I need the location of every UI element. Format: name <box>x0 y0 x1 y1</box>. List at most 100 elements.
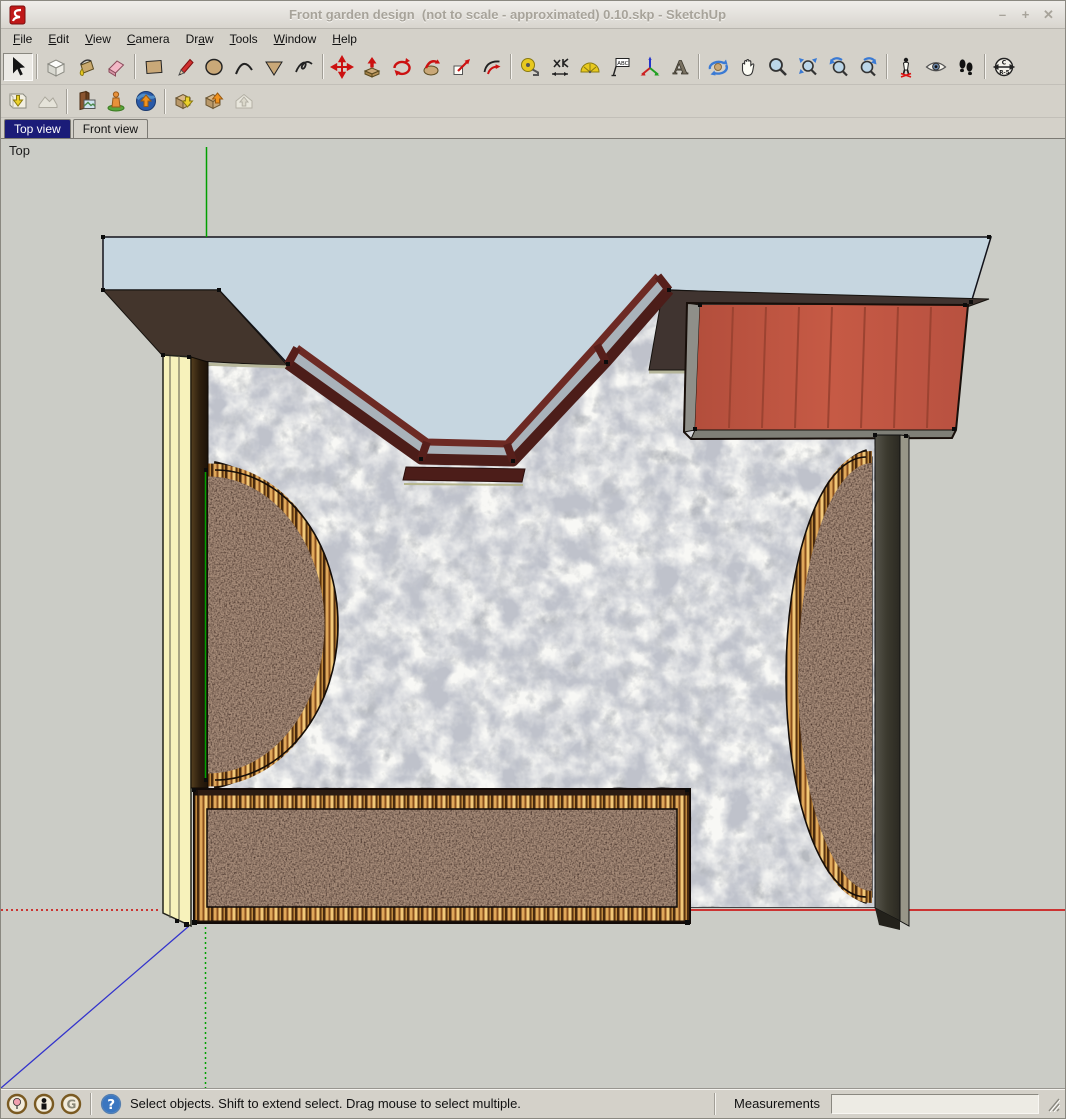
orbit-tool-button[interactable] <box>703 53 733 81</box>
get-current-view-button[interactable] <box>3 87 33 115</box>
model-viewport[interactable]: Top <box>1 139 1065 1088</box>
right-fence[interactable] <box>875 435 909 930</box>
get-models-button[interactable] <box>169 87 199 115</box>
rectangle-icon <box>142 55 166 79</box>
toolbar-separator <box>698 54 700 79</box>
tape-measure-tool-button[interactable] <box>515 53 545 81</box>
svg-text:?: ? <box>107 1097 115 1113</box>
svg-text:G: G <box>67 1097 77 1111</box>
title-bar[interactable]: Front garden design (not to scale - appr… <box>1 1 1065 29</box>
place-model-button[interactable] <box>101 87 131 115</box>
credits-icon[interactable] <box>33 1093 55 1115</box>
freehand-tool-button[interactable] <box>289 53 319 81</box>
rectangle-tool-button[interactable] <box>139 53 169 81</box>
geolocation-icon[interactable] <box>6 1093 28 1115</box>
google-earth-button[interactable] <box>131 87 161 115</box>
menu-camera[interactable]: Camera <box>119 30 178 48</box>
paint-bucket-icon <box>74 55 98 79</box>
svg-text:C: C <box>1002 59 1007 66</box>
measurements-input[interactable] <box>831 1094 1039 1114</box>
photo-textures-button[interactable] <box>71 87 101 115</box>
resize-grip[interactable] <box>1046 1096 1060 1112</box>
bottom-planter[interactable] <box>193 788 691 924</box>
maximize-button[interactable]: + <box>1017 7 1034 22</box>
protractor-tool-button[interactable] <box>575 53 605 81</box>
zoom-tool-button[interactable] <box>763 53 793 81</box>
polygon-tool-button[interactable] <box>259 53 289 81</box>
look-around-icon <box>924 55 948 79</box>
share-model-button[interactable] <box>199 87 229 115</box>
3d-text-icon: A <box>668 55 692 79</box>
get-current-view-icon <box>6 89 30 113</box>
minimize-button[interactable]: – <box>994 7 1011 22</box>
menu-file[interactable]: File <box>5 30 40 48</box>
window-title: Front garden design (not to scale - appr… <box>27 7 988 22</box>
get-models-icon <box>172 89 196 113</box>
offset-tool-button[interactable] <box>477 53 507 81</box>
close-button[interactable]: ✕ <box>1040 7 1057 23</box>
text-icon: ABC <box>608 55 632 79</box>
freehand-icon <box>292 55 316 79</box>
yellow-panel[interactable] <box>163 355 191 926</box>
push-pull-tool-button[interactable] <box>357 53 387 81</box>
toolbar-separator <box>134 54 136 79</box>
zoom-previous-tool-button[interactable] <box>823 53 853 81</box>
signin-icon[interactable]: G <box>60 1093 82 1115</box>
rotate-tool-button[interactable] <box>387 53 417 81</box>
make-component-tool-button[interactable] <box>41 53 71 81</box>
axes-tool-button[interactable] <box>635 53 665 81</box>
toolbar-separator <box>322 54 324 79</box>
pan-icon <box>736 55 760 79</box>
tab-top-view[interactable]: Top view <box>4 119 71 138</box>
view-name-label: Top <box>9 143 30 158</box>
toggle-terrain-icon <box>36 89 60 113</box>
text-tool-button[interactable]: ABC <box>605 53 635 81</box>
help-icon[interactable]: ? <box>100 1093 122 1115</box>
tape-measure-icon <box>518 55 542 79</box>
follow-me-tool-button[interactable] <box>417 53 447 81</box>
look-around-tool-button[interactable] <box>921 53 951 81</box>
select-tool-button[interactable] <box>3 53 33 81</box>
menu-draw[interactable]: Draw <box>178 30 222 48</box>
tab-front-view[interactable]: Front view <box>73 119 148 138</box>
toolbar-separator <box>886 54 888 79</box>
status-bar: G ? Select objects. Shift to extend sele… <box>1 1088 1065 1118</box>
zoom-window-icon <box>796 55 820 79</box>
menu-window[interactable]: Window <box>266 30 325 48</box>
arc-tool-button[interactable] <box>229 53 259 81</box>
status-message: Select objects. Shift to extend select. … <box>130 1096 706 1111</box>
polygon-icon <box>262 55 286 79</box>
bay-window-sill <box>403 467 525 482</box>
circle-tool-button[interactable] <box>199 53 229 81</box>
menu-tools[interactable]: Tools <box>222 30 266 48</box>
compass-tool-button[interactable]: C R-5 <box>989 53 1019 81</box>
zoom-next-tool-button[interactable] <box>853 53 883 81</box>
share-component-button[interactable] <box>229 87 259 115</box>
menu-bar: File Edit View Camera Draw Tools Window … <box>1 29 1065 49</box>
garage-roof[interactable] <box>684 303 968 439</box>
toolbar-separator <box>36 54 38 79</box>
share-component-icon <box>232 89 256 113</box>
move-tool-button[interactable] <box>327 53 357 81</box>
svg-text:R-5: R-5 <box>999 70 1010 76</box>
menu-view[interactable]: View <box>77 30 119 48</box>
dimension-icon <box>548 55 572 79</box>
menu-edit[interactable]: Edit <box>40 30 77 48</box>
walk-tool-button[interactable] <box>951 53 981 81</box>
3d-text-tool-button[interactable]: A <box>665 53 695 81</box>
toggle-terrain-button[interactable] <box>33 87 63 115</box>
svg-text:ABC: ABC <box>617 60 628 66</box>
pan-tool-button[interactable] <box>733 53 763 81</box>
offset-icon <box>480 55 504 79</box>
position-camera-tool-button[interactable] <box>891 53 921 81</box>
eraser-tool-button[interactable] <box>101 53 131 81</box>
paint-bucket-tool-button[interactable] <box>71 53 101 81</box>
scale-tool-button[interactable] <box>447 53 477 81</box>
line-tool-button[interactable] <box>169 53 199 81</box>
viewport-canvas[interactable] <box>1 139 1065 1088</box>
zoom-window-tool-button[interactable] <box>793 53 823 81</box>
toolbar-separator <box>984 54 986 79</box>
dimension-tool-button[interactable] <box>545 53 575 81</box>
menu-help[interactable]: Help <box>324 30 365 48</box>
google-earth-icon <box>134 89 158 113</box>
